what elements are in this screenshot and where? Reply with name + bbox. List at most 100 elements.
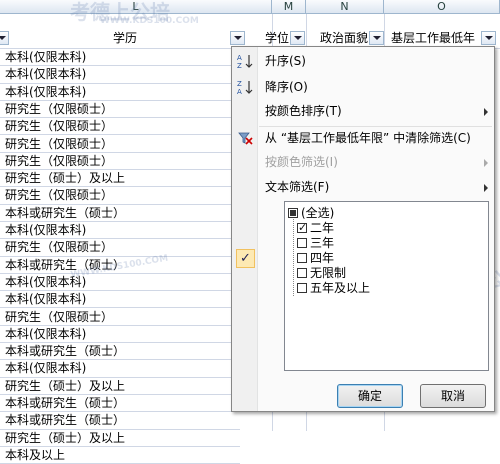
menu-sort-descending[interactable]: Z A 降序(O) [232,76,494,98]
filter-dropdown-degree[interactable] [290,31,305,45]
column-header-o[interactable]: O [384,0,500,14]
cell-education: 研究生（仅限硕士） [5,119,114,134]
header-experience: 基层工作最低年 [391,31,476,45]
table-row[interactable]: 研究生（仅限硕士） [0,153,240,171]
cell-education: 本科或研究生（硕士） [5,413,126,428]
svg-text:Z: Z [237,80,242,88]
table-row[interactable]: 研究生（硕士）及以上 [0,430,240,447]
cell-education: 研究生（仅限硕士） [5,188,114,203]
header-politics: 政治面貌 [320,31,369,45]
cell-education: 研究生（仅限硕士） [5,240,114,255]
sort-descending-icon: Z A [237,80,253,96]
cell-education: 本科(仅限本科) [5,361,87,376]
cell-education: 研究生（仅限硕士） [5,153,114,168]
menu-filter-by-color[interactable]: 按颜色筛选(I) [232,151,494,173]
svg-text:A: A [237,88,242,96]
cell-education: 研究生（硕士）及以上 [5,378,126,393]
header-education: 学历 [113,31,138,45]
filter-value-list[interactable]: (全选)二年三年四年无限制五年及以上 [284,201,489,371]
list-item-select-all[interactable]: (全选) [288,206,334,221]
column-header-l[interactable]: L [0,0,272,14]
sort-ascending-icon: A Z [237,54,253,70]
cell-education: 本科或研究生（硕士） [5,344,126,359]
menu-label: 文本筛选(F) [265,180,330,194]
svg-text:Z: Z [237,62,242,70]
autofilter-menu: A Z 升序(S) Z A 降序(O) 按颜色排序(T) 从 “基层工作最低年限… [231,46,495,412]
menu-sort-by-color[interactable]: 按颜色排序(T) [232,100,494,122]
checkbox[interactable] [297,238,307,248]
table-row[interactable]: 本科或研究生（硕士） [0,395,240,413]
column-header-n[interactable]: N [306,0,384,14]
table-row[interactable]: 本科(仅限本科) [0,66,240,84]
filter-dropdown-politics[interactable] [369,31,384,45]
column-header-m[interactable]: M [272,0,306,14]
menu-label: 按颜色排序(T) [265,104,342,118]
table-row[interactable]: 研究生（仅限硕士） [0,136,240,153]
menu-clear-filter[interactable]: 从 “基层工作最低年限” 中清除筛选(C) [232,127,494,149]
table-row[interactable]: 研究生（仅限硕士） [0,187,240,205]
checkbox[interactable] [297,220,307,235]
list-item-label: (全选) [301,206,335,220]
menu-label: 升序(S) [265,54,306,68]
checkbox[interactable] [297,283,307,293]
table-row[interactable]: 研究生（仅限硕士） [0,309,240,326]
filter-dropdown-k[interactable] [0,31,9,45]
cell-education: 本科或研究生（硕士） [5,396,126,410]
list-item-label: 五年及以上 [310,281,371,295]
cell-education: 本科或研究生（硕士） [5,205,126,220]
menu-sort-ascending[interactable]: A Z 升序(S) [232,50,494,72]
tree-line [293,216,294,296]
table-row[interactable]: 本科或研究生（硕士） [0,412,240,430]
cell-education: 研究生（仅限硕士） [5,136,114,151]
cell-education: 本科(仅限本科) [5,223,87,237]
checkmark-icon: ✓ [236,249,255,268]
watermark-site: WWW.KDS100.COM [100,16,199,26]
header-degree: 学位 [265,31,290,45]
submenu-arrow-icon [484,108,488,116]
checkbox[interactable] [297,253,307,263]
list-item[interactable]: 二年 [297,220,335,236]
table-row[interactable]: 本科(仅限本科) [0,49,240,67]
table-row[interactable]: 本科或研究生（硕士） [0,343,240,361]
table-row[interactable]: 本科及以上 [0,447,240,464]
svg-text:A: A [237,54,242,62]
table-row[interactable]: 研究生（硕士）及以上 [0,378,240,395]
cell-education: 研究生（仅限硕士） [5,309,114,324]
list-item-label: 无限制 [310,266,347,280]
ok-button[interactable]: 确定 [337,384,403,408]
table-row[interactable]: 本科或研究生（硕士） [0,205,240,222]
cell-education: 本科(仅限本科) [5,67,87,82]
table-row[interactable]: 本科(仅限本科) [0,274,240,292]
table-row[interactable]: 本科或研究生（硕士） [0,257,240,274]
cancel-button[interactable]: 取消 [420,384,486,408]
table-row[interactable]: 本科(仅限本科) [0,326,240,344]
cell-education: 本科(仅限本科) [5,84,87,99]
list-item[interactable]: 无限制 [297,266,346,281]
submenu-arrow-icon [484,184,488,192]
cell-education: 本科(仅限本科) [5,274,87,289]
menu-label: 从 “基层工作最低年限” 中清除筛选(C) [265,131,471,145]
filter-dropdown-experience[interactable] [481,31,496,45]
table-row[interactable]: 本科(仅限本科) [0,222,240,240]
cell-education: 本科及以上 [5,447,66,462]
cell-education: 研究生（仅限硕士） [5,101,114,116]
list-item-label: 二年 [310,221,335,235]
list-item[interactable]: 三年 [297,236,334,251]
checkbox[interactable] [288,208,298,218]
table-row[interactable]: 研究生（仅限硕士） [0,118,240,136]
table-row[interactable]: 本科(仅限本科) [0,360,240,378]
list-item[interactable]: 四年 [297,251,334,266]
cell-education: 本科(仅限本科) [5,326,87,341]
table-row[interactable]: 研究生（仅限硕士） [0,101,240,119]
table-row[interactable]: 本科(仅限本科) [0,291,240,309]
table-row[interactable]: 本科(仅限本科) [0,84,240,101]
menu-text-filter[interactable]: 文本筛选(F) [232,176,494,198]
filter-dropdown-education[interactable] [230,31,245,45]
cell-education: 本科(仅限本科) [5,292,87,307]
table-row[interactable]: 研究生（仅限硕士） [0,239,240,257]
table-row[interactable]: 研究生（硕士）及以上 [0,170,240,188]
submenu-arrow-icon [484,159,488,167]
list-item-label: 四年 [310,251,335,265]
list-item[interactable]: 五年及以上 [297,281,370,296]
checkbox[interactable] [297,268,307,278]
